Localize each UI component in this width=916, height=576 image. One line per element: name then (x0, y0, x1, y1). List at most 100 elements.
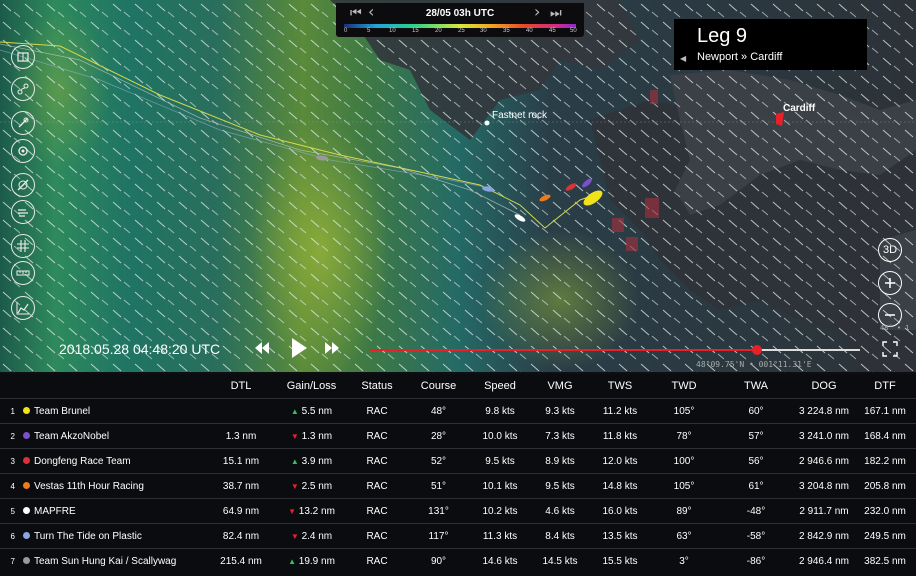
collapse-arrow-icon[interactable]: ◀ (680, 54, 686, 63)
col-dtf[interactable]: DTF (854, 374, 916, 399)
play-icon[interactable] (290, 337, 308, 364)
route-icon[interactable] (11, 77, 35, 101)
cell-dog: 3 224.8 nm (794, 398, 854, 424)
edge-coordinates: 48° • 1 (880, 324, 910, 332)
col-dtl[interactable]: DTL (206, 374, 276, 399)
last-forecast-button[interactable]: ⏭ (550, 7, 562, 21)
gain-up-icon: ▲ (290, 456, 299, 466)
cell-tws: 14.8 kts (590, 473, 650, 499)
prev-forecast-button[interactable]: ‹ (368, 4, 374, 20)
cell-gain-loss: ▼ 2.4 nm (276, 523, 347, 549)
gain-value: 1.3 nm (301, 430, 333, 442)
wind-layer-icon[interactable] (11, 200, 35, 224)
gain-down-icon: ▼ (288, 506, 296, 516)
team-name[interactable]: Dongfeng Race Team (34, 448, 206, 474)
cell-dtl: 82.4 nm (206, 523, 276, 549)
team-color-dot (18, 523, 34, 549)
cell-gain-loss: ▼ 2.5 nm (276, 473, 347, 499)
cell-dtf: 182.2 nm (854, 448, 916, 474)
gain-up-icon: ▲ (290, 406, 299, 416)
col-twa[interactable]: TWA (718, 374, 794, 399)
col-vmg[interactable]: VMG (530, 374, 590, 399)
cell-dog: 3 241.0 nm (794, 423, 854, 449)
no-compass-icon[interactable] (11, 173, 35, 197)
col-status[interactable]: Status (347, 374, 407, 399)
wind-scale-label: 35 (503, 28, 510, 34)
rewind-icon[interactable] (254, 341, 270, 360)
cell-course: 117° (407, 523, 470, 549)
wind-scale-label: 50 (570, 28, 577, 34)
team-name[interactable]: Team AkzoNobel (34, 423, 206, 449)
cursor-coordinates: 48°09.75'N • 001°11.31'E (696, 360, 812, 369)
cell-course: 52° (407, 448, 470, 474)
next-forecast-button[interactable]: › (534, 4, 540, 20)
timeline-slider[interactable] (369, 345, 860, 355)
rank: 7 (0, 548, 18, 573)
table-row[interactable]: 3 Dongfeng Race Team 15.1 nm ▲ 3.9 nm RAC 52°… (0, 448, 916, 474)
team-color-dot (18, 423, 34, 449)
cell-twa: -58° (718, 523, 794, 549)
cell-dog: 2 842.9 nm (794, 523, 854, 549)
cell-dtf: 205.8 nm (854, 473, 916, 499)
book-icon[interactable] (11, 45, 35, 69)
wind-scale-label: 10 (389, 28, 396, 34)
first-forecast-button[interactable]: ⏮ (350, 7, 362, 21)
team-name[interactable]: Team Brunel (34, 398, 206, 424)
forecast-date: 28/05 03h UTC (425, 8, 495, 19)
cell-status: RAC (347, 448, 407, 474)
table-row[interactable]: 5 MAPFRE 64.9 nm ▼ 13.2 nm RAC 131° 10.2 kts 4.… (0, 498, 916, 524)
leg-info-panel[interactable]: Leg 9 ◀ Newport » Cardiff (674, 19, 867, 70)
grid-icon[interactable] (11, 234, 35, 258)
cell-dog: 2 946.6 nm (794, 448, 854, 474)
cell-dtf: 382.5 nm (854, 548, 916, 573)
3d-view-button[interactable]: 3D (878, 238, 902, 262)
col-twd[interactable]: TWD (650, 374, 718, 399)
rank: 5 (0, 498, 18, 524)
cell-gain-loss: ▲ 5.5 nm (276, 398, 347, 424)
col-tws[interactable]: TWS (590, 374, 650, 399)
cell-status: RAC (347, 398, 407, 424)
cell-dtf: 249.5 nm (854, 523, 916, 549)
team-name[interactable]: Vestas 11th Hour Racing (34, 473, 206, 499)
timeline-handle[interactable] (751, 345, 762, 355)
team-name[interactable]: Team Sun Hung Kai / Scallywag (34, 548, 206, 573)
rank: 1 (0, 398, 18, 424)
compass-icon[interactable] (11, 139, 35, 163)
col-gain-loss[interactable]: Gain/Loss (276, 374, 347, 399)
cell-status: RAC (347, 523, 407, 549)
wind-scale-labels: 0 5 10 15 20 25 30 35 40 45 50 (342, 28, 582, 37)
cell-twd: 3° (650, 548, 718, 573)
cell-twd: 89° (650, 498, 718, 524)
table-row[interactable]: 4 Vestas 11th Hour Racing 38.7 nm ▼ 2.5 nm R… (0, 473, 916, 499)
cell-dtf: 167.1 nm (854, 398, 916, 424)
cell-twd: 100° (650, 448, 718, 474)
chart-icon[interactable] (11, 296, 35, 320)
gain-value: 5.5 nm (301, 405, 333, 417)
team-name[interactable]: MAPFRE (34, 498, 206, 524)
race-map[interactable]: Fastnet rock Cardiff ⏮ ‹ 28/05 03h UTC ›… (0, 0, 916, 372)
fastnet-marker[interactable] (484, 120, 490, 126)
zoom-in-icon[interactable] (878, 271, 902, 295)
cell-status: RAC (347, 548, 407, 573)
link-icon[interactable] (11, 111, 35, 135)
col-speed[interactable]: Speed (470, 374, 530, 399)
table-row[interactable]: 6 Turn The Tide on Plastic 82.4 nm ▼ 2.4 nm… (0, 523, 916, 549)
table-row[interactable]: 7 Team Sun Hung Kai / Scallywag 215.4 nm ▲ … (0, 548, 916, 573)
ruler-icon[interactable] (11, 261, 35, 285)
col-dog[interactable]: DOG (794, 374, 854, 399)
team-name[interactable]: Turn The Tide on Plastic (34, 523, 206, 549)
col-course[interactable]: Course (407, 374, 470, 399)
team-color-dot (18, 398, 34, 424)
gain-value: 3.9 nm (301, 455, 333, 467)
cell-tws: 11.2 kts (590, 398, 650, 424)
cell-vmg: 4.6 kts (530, 498, 590, 524)
table-row[interactable]: 1 Team Brunel ▲ 5.5 nm RAC 48° 9.8 kts 9.3 kts… (0, 398, 916, 424)
fullscreen-icon[interactable] (882, 341, 898, 362)
cell-gain-loss: ▲ 3.9 nm (276, 448, 347, 474)
cell-twd: 105° (650, 473, 718, 499)
cell-dtl (206, 398, 276, 424)
gain-down-icon: ▼ (290, 431, 299, 441)
table-row[interactable]: 2 Team AkzoNobel 1.3 nm ▼ 1.3 nm RAC 28° 10.0 … (0, 423, 916, 449)
fast-forward-icon[interactable] (324, 341, 340, 360)
cell-vmg: 14.5 kts (530, 548, 590, 573)
